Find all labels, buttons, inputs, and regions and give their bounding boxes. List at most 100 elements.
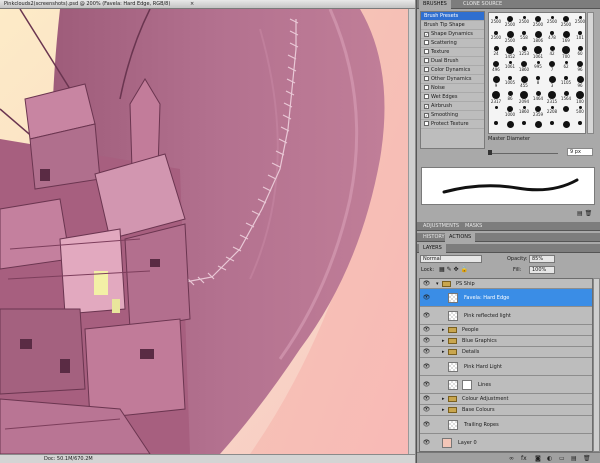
visibility-eye-icon[interactable]: 👁: [422, 280, 431, 287]
brush-preset[interactable]: [490, 104, 502, 119]
brush-preset[interactable]: 2500: [504, 29, 516, 44]
brush-preset[interactable]: 1452: [504, 44, 516, 59]
trash-icon[interactable]: 🗑: [585, 210, 593, 217]
brush-preset[interactable]: 2094: [518, 89, 530, 104]
brush-option-row[interactable]: Color Dynamics: [421, 66, 484, 75]
layers-scrollbar[interactable]: [593, 278, 600, 452]
brush-preset[interactable]: 1000: [504, 104, 516, 119]
visibility-eye-icon[interactable]: 👁: [422, 294, 431, 301]
brush-preset[interactable]: 24: [490, 44, 502, 59]
brush-option-row[interactable]: Dual Brush: [421, 57, 484, 66]
layer-row[interactable]: 👁 Trailing Ropes: [420, 416, 592, 434]
brush-preset[interactable]: 1061: [504, 59, 516, 74]
brush-preset[interactable]: [518, 119, 530, 133]
brush-preset[interactable]: 2500: [504, 14, 516, 29]
checkbox-icon[interactable]: [424, 94, 429, 99]
brush-preset[interactable]: 455: [518, 74, 530, 89]
brush-preset[interactable]: 86: [504, 89, 516, 104]
slider-knob[interactable]: [488, 150, 492, 155]
expand-arrow-icon[interactable]: ▾: [436, 281, 439, 287]
brush-option-row[interactable]: Other Dynamics: [421, 75, 484, 84]
layer-group-row[interactable]: 👁 ▸ Colour Adjustment: [420, 394, 592, 405]
layer-row[interactable]: 👁 Pink Hard Light: [420, 358, 592, 376]
brush-preset[interactable]: 2500: [574, 14, 585, 29]
brush-preset[interactable]: 2500: [490, 29, 502, 44]
expand-arrow-icon[interactable]: ▸: [442, 407, 445, 413]
brush-preset[interactable]: 2500: [546, 14, 558, 29]
close-icon[interactable]: ×: [190, 1, 194, 7]
new-brush-icon[interactable]: ▤: [577, 210, 583, 217]
brush-preset[interactable]: [574, 119, 585, 133]
brush-presets-grid[interactable]: 2500 2500 2500 2500 2500 2500 2500 2500 2500 558 1…: [488, 12, 586, 134]
tab-adjustments[interactable]: ADJUSTMENTS: [419, 222, 463, 231]
brush-preset[interactable]: [532, 119, 544, 133]
visibility-eye-icon[interactable]: 👁: [422, 363, 431, 370]
link-icon[interactable]: ∞: [509, 455, 514, 462]
document-tab[interactable]: Pinkclouds2(screenshots).psd @ 200% (Fav…: [0, 0, 415, 9]
brush-preset[interactable]: [490, 119, 502, 133]
brush-preset[interactable]: 2359: [532, 104, 544, 119]
brush-preset[interactable]: 1860: [518, 104, 530, 119]
checkbox-icon[interactable]: [424, 121, 429, 126]
brush-preset[interactable]: 2500: [490, 14, 502, 29]
brush-preset[interactable]: 2500: [532, 14, 544, 29]
tab-clone-source[interactable]: CLONE SOURCE: [459, 0, 506, 9]
brush-grid-scrollbar[interactable]: [587, 12, 594, 134]
brush-preset[interactable]: 1253: [518, 44, 530, 59]
visibility-eye-icon[interactable]: 👁: [422, 381, 431, 388]
tab-layers[interactable]: LAYERS: [419, 244, 446, 253]
layer-group-row[interactable]: 👁 ▸ Blue Graphics: [420, 336, 592, 347]
new-group-icon[interactable]: ▭: [559, 455, 565, 462]
brush-preset[interactable]: 1806: [532, 29, 544, 44]
brush-option-row[interactable]: Noise: [421, 84, 484, 93]
brush-preset[interactable]: 42: [546, 44, 558, 59]
checkbox-icon[interactable]: [424, 58, 429, 63]
brush-preset[interactable]: 496: [490, 59, 502, 74]
fill-field[interactable]: 100%: [529, 266, 555, 274]
brush-preset[interactable]: 101: [574, 29, 585, 44]
brush-preset[interactable]: [546, 119, 558, 133]
brush-preset[interactable]: 1061: [532, 44, 544, 59]
master-diameter-slider[interactable]: [488, 153, 558, 154]
visibility-eye-icon[interactable]: 👁: [422, 421, 431, 428]
blend-mode-select[interactable]: Normal: [420, 255, 482, 263]
brush-preset[interactable]: 2317: [490, 89, 502, 104]
brush-option-row[interactable]: Wet Edges: [421, 93, 484, 102]
adjustment-icon[interactable]: ◐: [547, 455, 552, 462]
checkbox-icon[interactable]: [424, 67, 429, 72]
brush-preset[interactable]: 995: [532, 59, 544, 74]
new-layer-icon[interactable]: ▤: [571, 455, 577, 462]
visibility-eye-icon[interactable]: 👁: [422, 395, 431, 402]
checkbox-checked-icon[interactable]: ✓: [424, 32, 429, 37]
brush-preset[interactable]: 3: [546, 74, 558, 89]
expand-arrow-icon[interactable]: ▸: [442, 338, 445, 344]
brush-preset[interactable]: 1105: [560, 74, 572, 89]
brush-option-row[interactable]: ✓ Smoothing: [421, 111, 484, 120]
brush-option-row[interactable]: Brush Tip Shape: [421, 21, 484, 30]
visibility-eye-icon[interactable]: 👁: [422, 348, 431, 355]
brush-preset[interactable]: 1860: [518, 59, 530, 74]
brush-option-row[interactable]: ✓ Shape Dynamics: [421, 30, 484, 39]
canvas-scrollbar[interactable]: [408, 9, 415, 454]
lock-icons[interactable]: ▦ ✎ ✥ 🔒: [439, 266, 468, 273]
brush-option-row[interactable]: Texture: [421, 48, 484, 57]
layer-row[interactable]: 👁 Layer 0: [420, 434, 592, 451]
brush-preset[interactable]: 96: [574, 59, 585, 74]
brush-preset[interactable]: 2500: [518, 14, 530, 29]
tab-masks[interactable]: MASKS: [461, 222, 486, 231]
brush-preset[interactable]: 100: [574, 89, 585, 104]
brush-option-row[interactable]: Brush Presets: [421, 12, 484, 21]
layer-row[interactable]: 👁 Pink reflected light: [420, 307, 592, 325]
checkbox-icon[interactable]: [424, 49, 429, 54]
canvas[interactable]: [0, 9, 415, 454]
brush-preset[interactable]: 558: [518, 29, 530, 44]
layer-group-row[interactable]: 👁 ▸ Details: [420, 347, 592, 358]
brush-preset[interactable]: 700: [560, 44, 572, 59]
layer-row[interactable]: 👁 Favela: Hard Edge: [420, 289, 592, 307]
brush-preset[interactable]: [560, 119, 572, 133]
brush-preset[interactable]: 9: [490, 74, 502, 89]
checkbox-checked-icon[interactable]: ✓: [424, 113, 429, 118]
visibility-eye-icon[interactable]: 👁: [422, 312, 431, 319]
brush-preset[interactable]: 2315: [546, 89, 558, 104]
tab-actions[interactable]: ACTIONS: [445, 233, 476, 242]
